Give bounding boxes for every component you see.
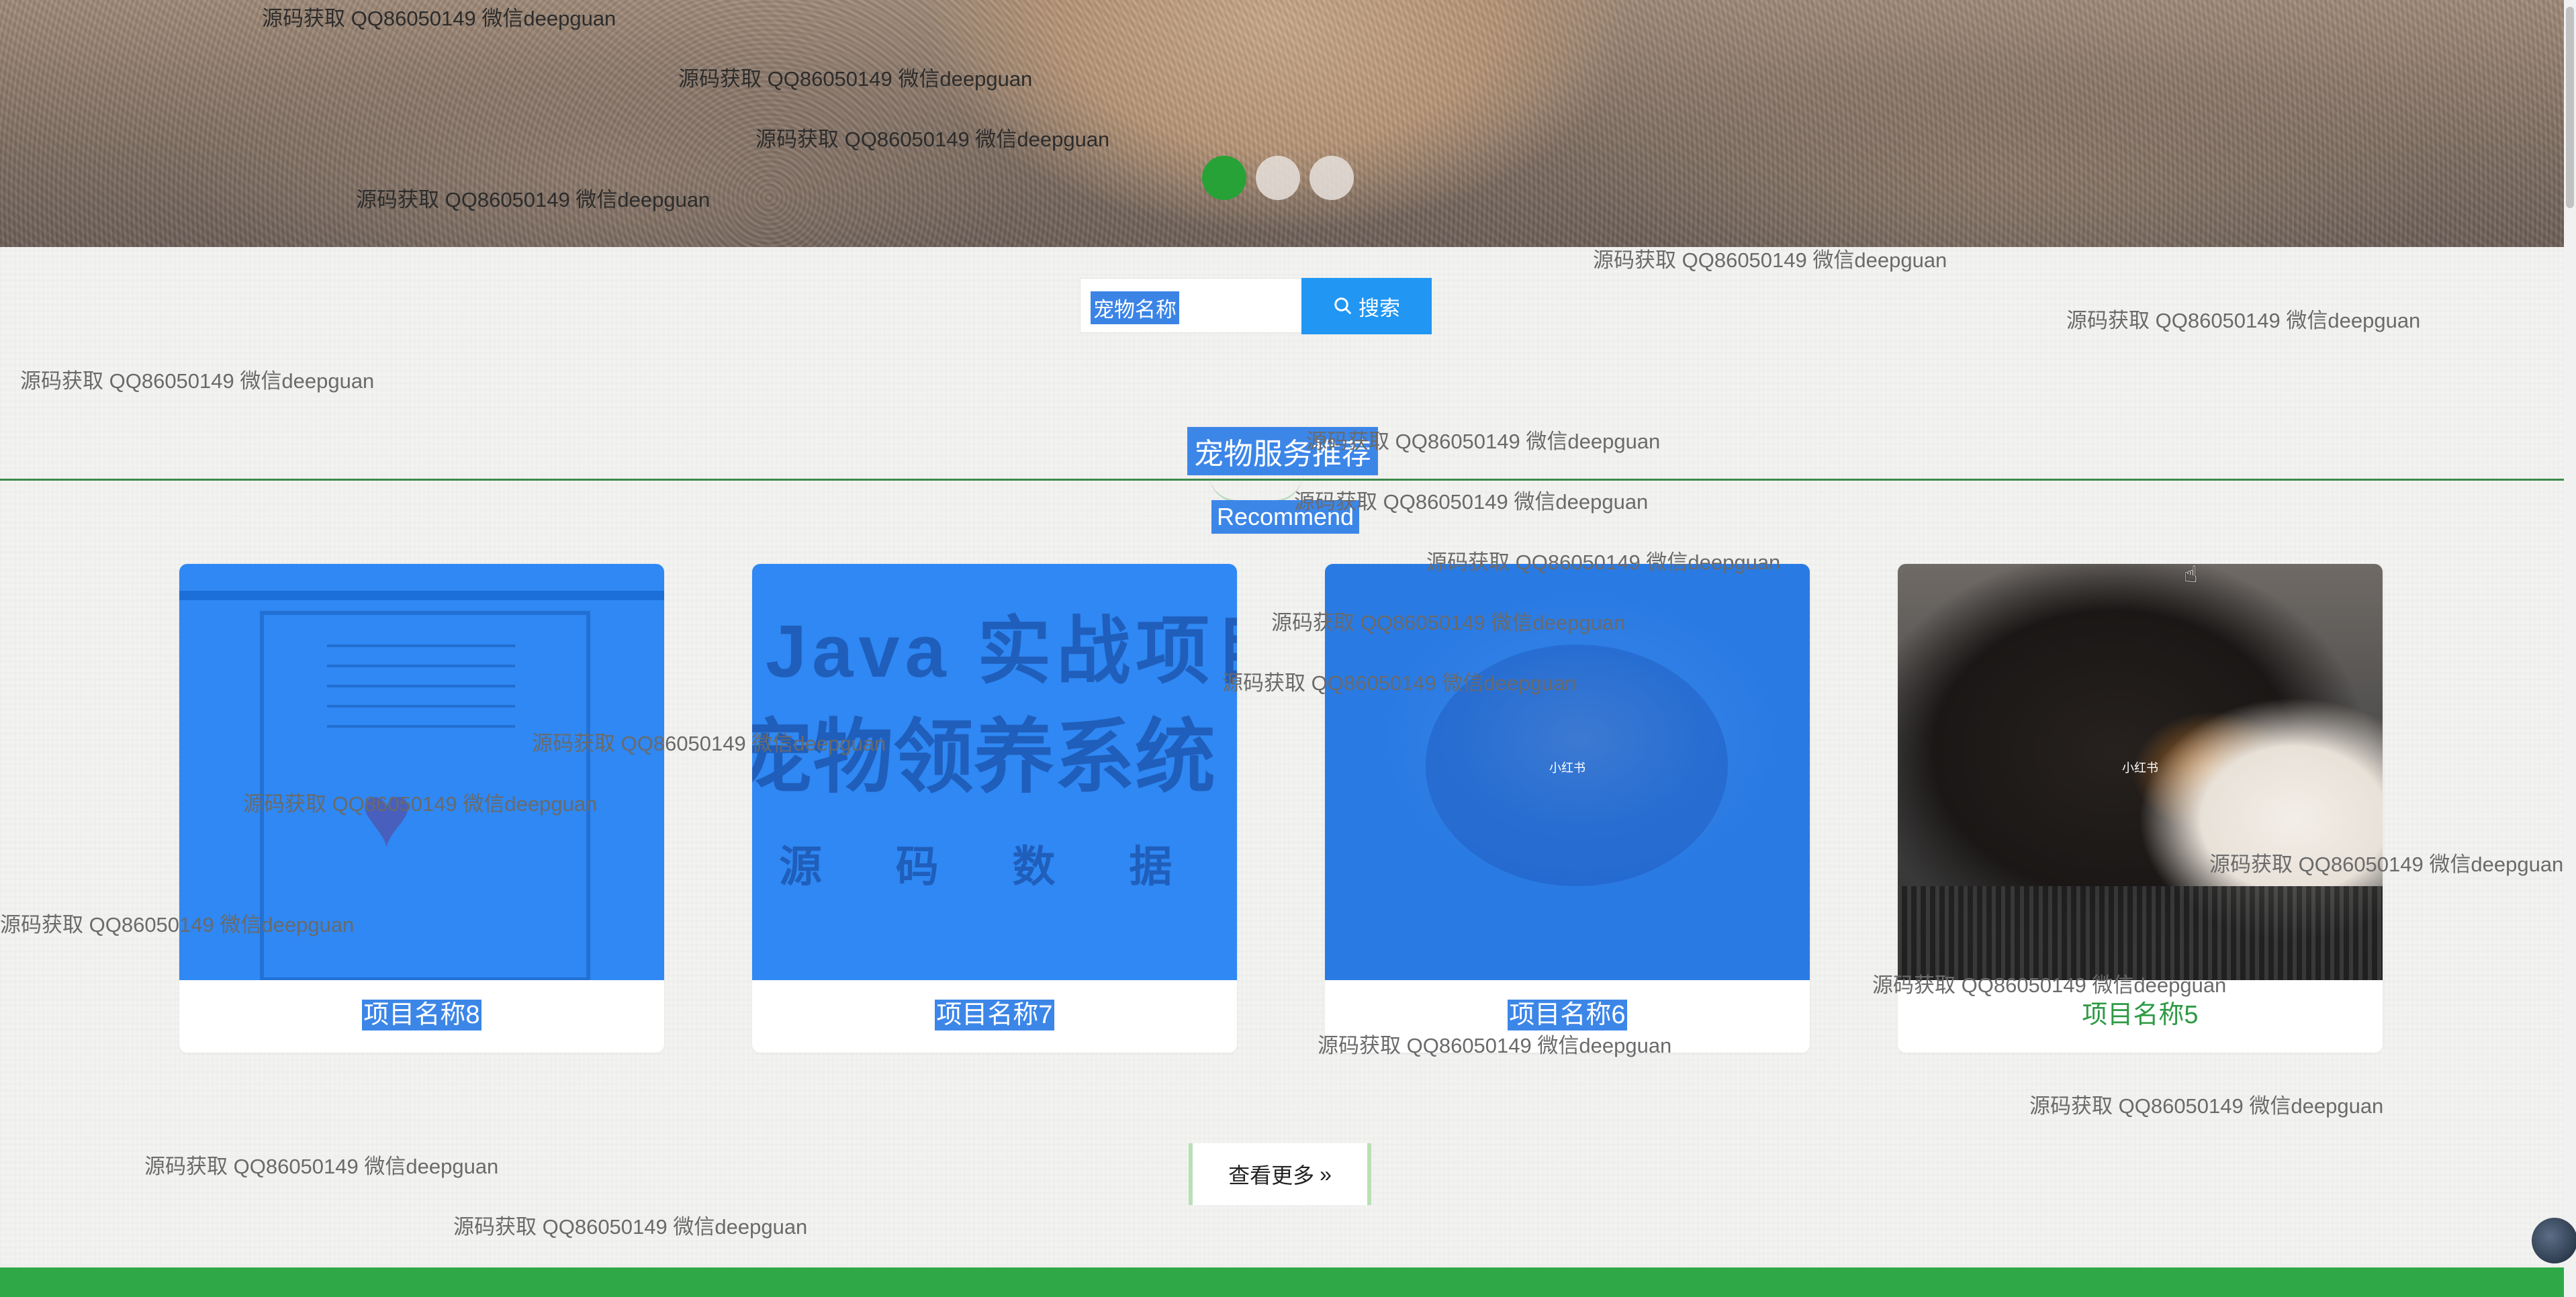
watermark: 源码获取 QQ86050149 微信deepguan — [1294, 490, 1649, 514]
watermark: 源码获取 QQ86050149 微信deepguan — [453, 1215, 808, 1239]
project-name[interactable]: 项目名称6 — [1325, 994, 1810, 1030]
image-badge: 小红书 — [2122, 761, 2158, 775]
watermark: 源码获取 QQ86050149 微信deepguan — [1271, 611, 1626, 634]
project-image: 小红书 — [1898, 564, 2383, 980]
watermark: 源码获取 QQ86050149 微信deepguan — [2066, 309, 2421, 332]
section-ornament — [1209, 473, 1303, 502]
image-text-title: Java 实战项目 — [766, 610, 1237, 693]
carousel-dot-2[interactable] — [1256, 156, 1300, 200]
page-scrollbar[interactable] — [2564, 0, 2576, 1297]
floating-avatar-button[interactable] — [2532, 1218, 2576, 1263]
watermark: 源码获取 QQ86050149 微信deepguan — [532, 732, 886, 755]
search-button[interactable]: 搜索 — [1301, 278, 1432, 334]
watermark: 源码获取 QQ86050149 微信deepguan — [356, 188, 710, 211]
footer-bar — [0, 1267, 2564, 1297]
watermark: 源码获取 QQ86050149 微信deepguan — [1318, 1034, 1672, 1057]
watermark: 源码获取 QQ86050149 微信deepguan — [2029, 1094, 2384, 1118]
watermark: 源码获取 QQ86050149 微信deepguan — [1872, 973, 2227, 997]
project-image: Java 实战项目 宠物领养系统 源 码 数 据 库 视 频 — [752, 564, 1237, 980]
view-more-label: 查看更多 — [1228, 1163, 1315, 1188]
watermark: 源码获取 QQ86050149 微信deepguan — [20, 369, 375, 393]
search-icon — [1334, 297, 1352, 315]
search-input-text: 宠物名称 — [1091, 291, 1179, 324]
project-card[interactable]: 小红书 项目名称6 — [1325, 564, 1810, 1053]
watermark: 源码获取 QQ86050149 微信deepguan — [0, 913, 355, 936]
watermark: 源码获取 QQ86050149 微信deepguan — [755, 128, 1110, 151]
project-name[interactable]: 项目名称5 — [1898, 994, 2383, 1030]
watermark: 源码获取 QQ86050149 微信deepguan — [1222, 671, 1577, 695]
mouse-cursor-icon: ☝ — [2184, 562, 2198, 587]
watermark: 源码获取 QQ86050149 微信deepguan — [262, 7, 616, 30]
search-button-label: 搜索 — [1359, 296, 1400, 320]
project-name[interactable]: 项目名称8 — [179, 994, 664, 1030]
watermark: 源码获取 QQ86050149 微信deepguan — [144, 1155, 499, 1178]
watermark: 源码获取 QQ86050149 微信deepguan — [243, 792, 598, 816]
image-badge: 小红书 — [1549, 761, 1585, 775]
watermark: 源码获取 QQ86050149 微信deepguan — [1426, 550, 1781, 574]
project-name[interactable]: 项目名称7 — [752, 994, 1237, 1030]
watermark: 源码获取 QQ86050149 微信deepguan — [678, 67, 1033, 91]
project-card[interactable]: Java 实战项目 宠物领养系统 源 码 数 据 库 视 频 项目名称7 — [752, 564, 1237, 1053]
watermark: 源码获取 QQ86050149 微信deepguan — [2209, 853, 2564, 876]
image-text-source: 源 码 数 据 库 视 频 — [779, 843, 1237, 891]
view-more-button[interactable]: 查看更多 » — [1189, 1143, 1371, 1205]
watermark: 源码获取 QQ86050149 微信deepguan — [1593, 248, 1947, 272]
carousel-dot-1[interactable] — [1202, 156, 1246, 200]
carousel-dot-3[interactable] — [1309, 156, 1354, 200]
double-chevron-right-icon: » — [1320, 1161, 1332, 1186]
search-bar: 宠物名称 搜索 — [1080, 278, 1432, 334]
carousel-indicators — [1202, 156, 1354, 200]
scrollbar-thumb[interactable] — [2566, 7, 2574, 208]
watermark: 源码获取 QQ86050149 微信deepguan — [1306, 430, 1661, 453]
